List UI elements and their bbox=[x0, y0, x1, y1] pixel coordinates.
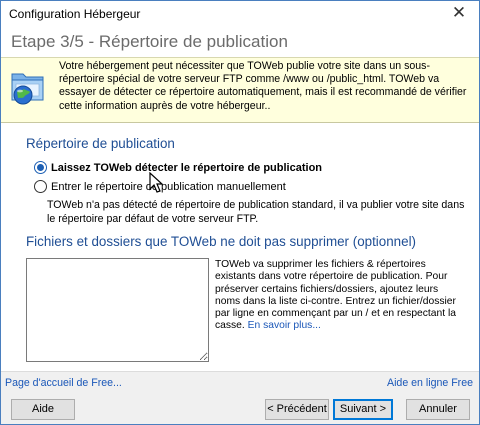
close-icon[interactable]: ✕ bbox=[439, 1, 479, 27]
info-banner: Votre hébergement peut nécessiter que TO… bbox=[1, 57, 479, 123]
info-text: Votre hébergement peut nécessiter que TO… bbox=[59, 60, 467, 112]
help-button[interactable]: Aide bbox=[11, 399, 75, 420]
radio-manual-label: Entrer le répertoire de publication manu… bbox=[51, 180, 286, 193]
publication-description: TOWeb n'a pas détecté de répertoire de p… bbox=[47, 199, 465, 225]
folder-globe-icon bbox=[11, 73, 44, 105]
step-title: Etape 3/5 - Répertoire de publication bbox=[11, 32, 288, 51]
publication-header: Répertoire de publication bbox=[26, 136, 175, 151]
home-page-link[interactable]: Page d'accueil de Free... bbox=[5, 377, 122, 389]
radio-auto-detect-label: Laissez TOWeb détecter le répertoire de … bbox=[51, 161, 323, 174]
title-bar: Configuration Hébergeur ✕ bbox=[1, 1, 479, 27]
radio-auto-detect-indicator[interactable] bbox=[34, 161, 47, 174]
cancel-button[interactable]: Annuler bbox=[406, 399, 470, 420]
radio-auto-detect[interactable]: Laissez TOWeb détecter le répertoire de … bbox=[34, 161, 322, 174]
previous-button[interactable]: < Précédent bbox=[265, 399, 329, 420]
wizard-window: Configuration Hébergeur ✕ Etape 3/5 - Ré… bbox=[0, 0, 480, 425]
protected-files-help: TOWeb va supprimer les fichiers & répert… bbox=[215, 259, 465, 333]
protected-files-textarea[interactable] bbox=[26, 258, 209, 362]
mouse-pointer-icon bbox=[149, 172, 163, 193]
online-help-link[interactable]: Aide en ligne Free bbox=[387, 377, 473, 389]
next-button[interactable]: Suivant > bbox=[333, 399, 393, 420]
step-header: Etape 3/5 - Répertoire de publication bbox=[1, 27, 479, 57]
footer-divider bbox=[1, 371, 479, 372]
window-title: Configuration Hébergeur bbox=[9, 7, 141, 21]
radio-manual-indicator[interactable] bbox=[34, 180, 47, 193]
content-panel: Répertoire de publication Laissez TOWeb … bbox=[1, 123, 479, 371]
learn-more-link[interactable]: En savoir plus... bbox=[248, 320, 321, 331]
protected-files-header: Fichiers et dossiers que TOWeb ne doit p… bbox=[26, 234, 417, 249]
